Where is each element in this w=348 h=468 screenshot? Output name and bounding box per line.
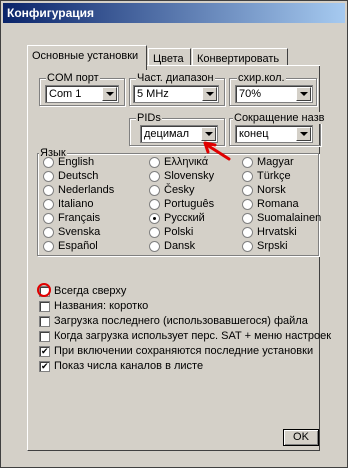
- radio-dot[interactable]: [242, 241, 253, 252]
- chevron-down-icon[interactable]: [202, 87, 217, 101]
- radio-dot[interactable]: [149, 213, 160, 224]
- language-radio-label: Türkçe: [257, 170, 291, 182]
- chevron-down-icon[interactable]: [296, 127, 311, 141]
- abbrev-label: Сокращение назв: [233, 112, 326, 124]
- language-radio-label: Srpski: [257, 240, 288, 252]
- option-checkbox-label: Когда загрузка использует перс. SAT + ме…: [54, 330, 332, 342]
- radio-dot[interactable]: [43, 185, 54, 196]
- radio-dot[interactable]: [43, 241, 54, 252]
- radio-dot[interactable]: [43, 227, 54, 238]
- com-port-value: Com 1: [49, 88, 82, 100]
- com-port-label: COM порт: [46, 72, 100, 84]
- window-title: Конфигурация: [7, 6, 95, 20]
- option-checkbox-label: Показ числа каналов в листе: [54, 360, 204, 372]
- radio-dot[interactable]: [242, 171, 253, 182]
- language-radio-label: Italiano: [58, 198, 94, 210]
- checkbox-box[interactable]: [39, 301, 50, 312]
- radio-dot[interactable]: [43, 213, 54, 224]
- chevron-down-icon[interactable]: [102, 87, 117, 101]
- config-window: Конфигурация Основные установки Цвета Ко…: [0, 0, 348, 468]
- radio-dot[interactable]: [149, 241, 160, 252]
- language-radio-label: Русский: [164, 212, 205, 224]
- radio-dot[interactable]: [149, 171, 160, 182]
- option-checkbox-label: Названия: коротко: [54, 300, 149, 312]
- language-radio-label: Dansk: [164, 240, 196, 252]
- language-radio-label: English: [58, 156, 95, 168]
- checkbox-box[interactable]: [39, 316, 50, 327]
- tab-main-settings[interactable]: Основные установки: [27, 45, 147, 70]
- language-radio-label: Français: [58, 212, 101, 224]
- option-checkbox-label: Загрузка последнего (использовавшегося) …: [54, 315, 308, 327]
- annotation-arrow-icon: [203, 141, 231, 161]
- language-radio-label: Hrvatski: [257, 226, 297, 238]
- abbrev-value: конец: [239, 128, 269, 140]
- symbol-select[interactable]: 70%: [235, 85, 313, 103]
- window-titlebar: Конфигурация: [3, 3, 345, 23]
- checkbox-box[interactable]: [39, 331, 50, 342]
- abbrev-select[interactable]: конец: [235, 125, 313, 143]
- ok-button[interactable]: OK: [283, 429, 319, 446]
- radio-dot[interactable]: [149, 227, 160, 238]
- checkbox-box[interactable]: [39, 360, 50, 373]
- freq-range-select[interactable]: 5 MHz: [133, 85, 219, 103]
- radio-dot[interactable]: [242, 157, 253, 168]
- language-radio-label: Português: [164, 198, 215, 210]
- radio-dot[interactable]: [242, 227, 253, 238]
- language-radio-label: Česky: [164, 184, 195, 196]
- radio-dot[interactable]: [242, 185, 253, 196]
- tab-main-settings-label: Основные установки: [32, 50, 139, 62]
- freq-range-value: 5 MHz: [137, 88, 169, 100]
- radio-dot[interactable]: [149, 157, 160, 168]
- tab-colors-label: Цвета: [153, 53, 184, 65]
- chevron-down-icon[interactable]: [296, 87, 311, 101]
- symbol-label: схир.кол.: [237, 72, 286, 84]
- language-radio-label: Nederlands: [58, 184, 115, 196]
- radio-dot[interactable]: [242, 213, 253, 224]
- checkbox-box[interactable]: [39, 345, 50, 358]
- language-radio-label: Polski: [164, 226, 194, 238]
- option-checkbox-label: При включении сохраняются последние уста…: [54, 345, 314, 357]
- language-radio-label: Svenska: [58, 226, 101, 238]
- option-checkbox-label: Всегда сверху: [54, 285, 127, 297]
- symbol-value: 70%: [239, 88, 262, 100]
- pids-label: PIDs: [136, 112, 162, 124]
- radio-dot[interactable]: [43, 171, 54, 182]
- radio-dot[interactable]: [43, 157, 54, 168]
- language-radio-label: Español: [58, 240, 98, 252]
- language-radio-label: Romana: [257, 198, 299, 210]
- freq-range-label: Част. диапазон: [136, 72, 215, 84]
- radio-dot[interactable]: [242, 199, 253, 210]
- language-radio-label: Deutsch: [58, 170, 99, 182]
- radio-dot[interactable]: [149, 185, 160, 196]
- ok-button-label: OK: [293, 431, 309, 443]
- radio-dot[interactable]: [149, 199, 160, 210]
- radio-dot[interactable]: [43, 199, 54, 210]
- language-radio-label: Slovensky: [164, 170, 215, 182]
- annotation-circle-icon: [37, 283, 51, 297]
- tab-convert-label: Конвертировать: [197, 53, 280, 65]
- language-radio-label: Magyar: [257, 156, 294, 168]
- language-radio-label: Norsk: [257, 184, 286, 196]
- com-port-select[interactable]: Com 1: [45, 85, 119, 103]
- pids-value: децимал: [144, 128, 190, 140]
- language-radio-label: Suomalainen: [257, 212, 322, 224]
